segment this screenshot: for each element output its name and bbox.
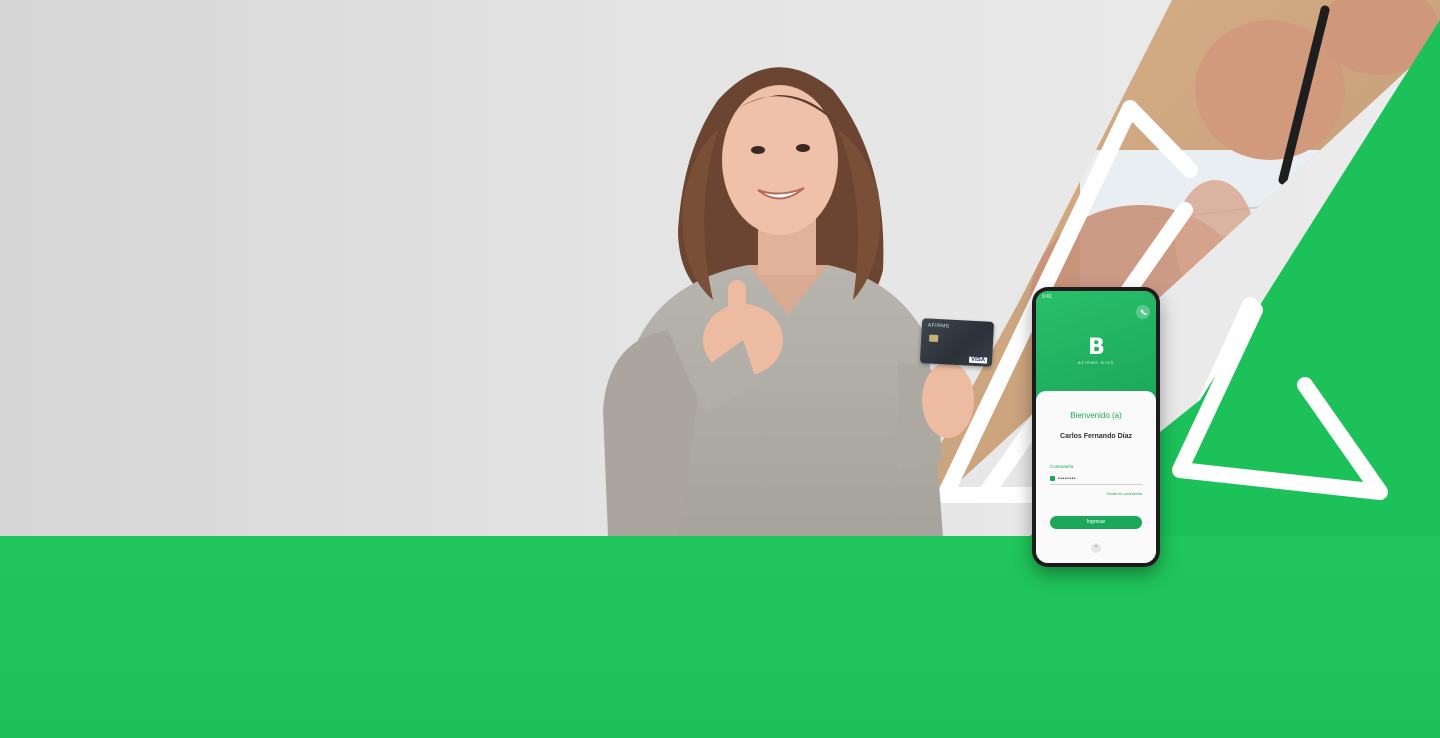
phone-icon[interactable] xyxy=(1136,305,1150,319)
password-input[interactable]: •••••••• xyxy=(1050,473,1142,485)
phone-mockup: 9:41 B AFIRME BISS Bienvenido (a) Carlos… xyxy=(1032,287,1160,567)
status-time: 9:41 xyxy=(1042,294,1052,300)
woman-thumbs-up-image xyxy=(603,67,974,536)
app-header: 9:41 B AFIRME BISS xyxy=(1036,291,1156,399)
card-chip xyxy=(929,334,939,343)
green-band xyxy=(0,536,1440,738)
logo-mark: B xyxy=(1088,335,1105,360)
app-logo: B AFIRME BISS xyxy=(1036,335,1156,365)
card-network: VISA xyxy=(968,356,988,364)
welcome-text: Bienvenido (a) xyxy=(1070,411,1122,420)
login-card: Bienvenido (a) Carlos Fernando Díaz Cont… xyxy=(1036,391,1156,563)
password-label: Contraseña xyxy=(1050,464,1074,469)
card-brand: AFIRME xyxy=(927,322,950,330)
password-value: •••••••• xyxy=(1058,475,1077,482)
forgot-password-link[interactable]: Olvidé mi contraseña xyxy=(1106,492,1142,496)
ingresar-button[interactable]: Ingresar xyxy=(1050,516,1142,529)
credit-card: AFIRME VISA xyxy=(919,318,995,367)
lock-icon xyxy=(1050,476,1055,481)
user-name: Carlos Fernando Díaz xyxy=(1060,433,1132,440)
chevron-up-icon[interactable]: ^ xyxy=(1091,543,1101,553)
phone-screen: 9:41 B AFIRME BISS Bienvenido (a) Carlos… xyxy=(1036,291,1156,563)
logo-subtitle: AFIRME BISS xyxy=(1077,360,1115,365)
hero-banner: AFIRME VISA 9:41 B AFIRME BISS Bienvenid… xyxy=(0,0,1440,738)
